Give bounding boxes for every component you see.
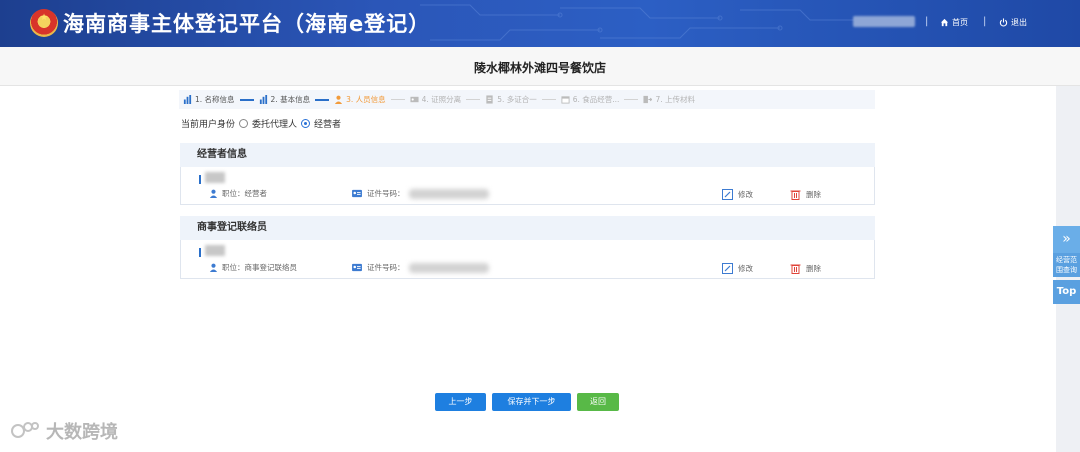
- step-upload[interactable]: 7. 上传材料: [643, 94, 695, 105]
- id-number-field: 证件号码：: [351, 188, 489, 199]
- accent-bar: [199, 175, 201, 184]
- edit-button[interactable]: 修改: [722, 263, 753, 274]
- prev-step-button[interactable]: 上一步: [435, 393, 486, 411]
- id-card-icon: [352, 189, 362, 198]
- operator-card: 职位：经营者 证件号码： 修改 删除: [180, 167, 875, 205]
- step-label: 3. 人员信息: [346, 95, 386, 104]
- step-connector: [315, 98, 330, 101]
- id-card-icon: [410, 96, 419, 103]
- person-icon: [334, 95, 343, 104]
- step-personnel-info[interactable]: 3. 人员信息: [334, 94, 386, 105]
- logout-label: 退出: [1011, 18, 1027, 27]
- step-label: 7. 上传材料: [655, 95, 695, 104]
- person-name-redacted: [205, 245, 225, 256]
- save-next-button[interactable]: 保存并下一步: [492, 393, 571, 411]
- user-name-redacted: [853, 16, 915, 27]
- user-icon: [209, 263, 218, 272]
- calendar-icon: [561, 96, 570, 104]
- id-number-redacted: [408, 188, 489, 199]
- edit-label: 修改: [738, 190, 753, 199]
- edit-label: 修改: [738, 264, 753, 273]
- step-label: 4. 证照分离: [421, 95, 462, 104]
- edit-icon: [722, 189, 733, 200]
- id-number-label: 证件号码：: [367, 189, 405, 198]
- identity-label: 当前用户身份: [181, 120, 236, 130]
- back-button[interactable]: 返回: [577, 393, 619, 411]
- id-card-icon: [352, 263, 362, 272]
- logout-link[interactable]: 退出: [999, 17, 1027, 28]
- document-icon: [486, 95, 493, 104]
- edit-icon: [722, 263, 733, 274]
- watermark: 大数跨境: [10, 418, 118, 444]
- watermark-text: 大数跨境: [46, 422, 118, 443]
- step-name-info[interactable]: 1. 名称信息: [183, 94, 235, 105]
- position-text: 职位：商事登记联络员: [222, 263, 297, 272]
- business-scope-query-button[interactable]: 经营范围查询: [1053, 253, 1080, 277]
- agent-radio[interactable]: [239, 119, 249, 128]
- step-license-separation[interactable]: 4. 证照分离: [410, 94, 462, 105]
- id-number-field: 证件号码：: [351, 262, 489, 273]
- national-emblem-icon: ★: [30, 9, 58, 37]
- accent-bar: [199, 248, 201, 257]
- bar-chart-icon: [259, 95, 267, 104]
- step-label: 1. 名称信息: [195, 95, 235, 104]
- power-icon: [999, 18, 1008, 27]
- id-number-redacted: [408, 262, 489, 273]
- agent-option-label[interactable]: 委托代理人: [252, 117, 297, 130]
- bar-chart-icon: [183, 95, 192, 104]
- trash-icon: [790, 190, 801, 200]
- position-text: 职位：经营者: [222, 189, 267, 198]
- divider: |: [925, 16, 929, 27]
- operator-section-title: 经营者信息: [180, 143, 875, 167]
- person-name-redacted: [205, 172, 225, 183]
- expand-side-button[interactable]: »: [1053, 226, 1080, 253]
- operator-option-label[interactable]: 经营者: [314, 117, 341, 130]
- back-to-top-button[interactable]: Top: [1053, 280, 1080, 304]
- company-bar: 陵水椰林外滩四号餐饮店: [0, 47, 1080, 86]
- id-number-label: 证件号码：: [367, 263, 405, 272]
- divider: |: [983, 16, 987, 27]
- user-icon: [209, 189, 218, 198]
- home-link[interactable]: 首页: [940, 17, 968, 28]
- watermark-logo-icon: [11, 422, 39, 438]
- delete-button[interactable]: 删除: [790, 263, 821, 274]
- step-basic-info[interactable]: 2. 基本信息: [259, 94, 311, 105]
- operator-radio[interactable]: [301, 119, 311, 128]
- step-progress: 1. 名称信息 2. 基本信息 3. 人员信息 4. 证照分离 5. 多证合一 …: [179, 90, 875, 109]
- edit-button[interactable]: 修改: [722, 189, 753, 200]
- home-icon: [940, 18, 949, 27]
- step-label: 5. 多证合一: [497, 95, 537, 104]
- step-food-business[interactable]: 6. 食品经营...: [561, 94, 620, 105]
- delete-label: 删除: [806, 264, 821, 273]
- step-multi-cert[interactable]: 5. 多证合一: [485, 94, 537, 105]
- step-label: 2. 基本信息: [270, 95, 311, 104]
- liaison-section-title: 商事登记联络员: [180, 216, 875, 240]
- upload-icon: [643, 95, 653, 104]
- delete-label: 删除: [806, 190, 821, 199]
- step-connector: [239, 98, 254, 101]
- step-connector: [466, 99, 481, 100]
- company-name: 陵水椰林外滩四号餐饮店: [473, 61, 606, 75]
- step-connector: [624, 99, 639, 100]
- step-connector: [390, 99, 405, 100]
- home-label: 首页: [952, 18, 968, 27]
- position-field: 职位：经营者: [209, 188, 267, 199]
- delete-button[interactable]: 删除: [790, 189, 821, 200]
- top-header: ★ 海南商事主体登记平台（海南e登记） | 首页 | 退出: [0, 0, 1080, 47]
- site-title: 海南商事主体登记平台（海南e登记）: [63, 12, 431, 36]
- liaison-card: 职位：商事登记联络员 证件号码： 修改 删除: [180, 240, 875, 279]
- step-label: 6. 食品经营...: [572, 95, 620, 104]
- identity-selector: 当前用户身份 委托代理人 经营者: [181, 117, 341, 130]
- step-connector: [541, 99, 556, 100]
- trash-icon: [790, 264, 801, 274]
- position-field: 职位：商事登记联络员: [209, 262, 297, 273]
